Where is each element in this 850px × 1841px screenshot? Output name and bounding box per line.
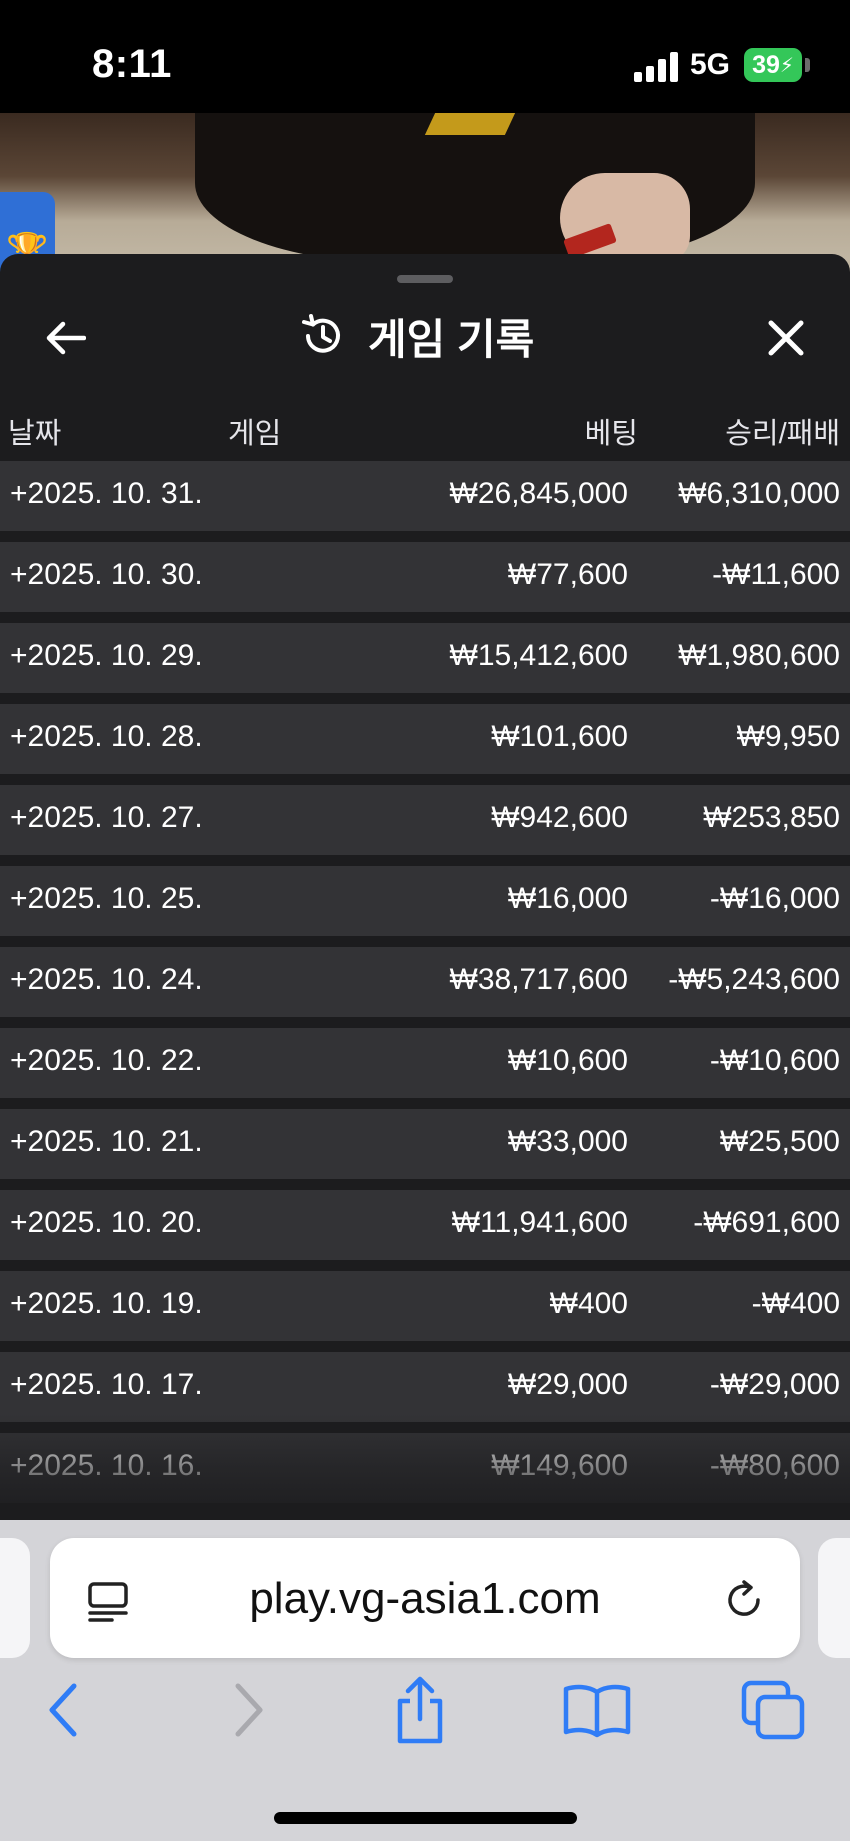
back-button[interactable] (36, 308, 96, 368)
url-text[interactable]: play.vg-asia1.com (50, 1574, 800, 1624)
page-title: 게임 기록 (368, 315, 535, 363)
row-bet: ₩38,717,600 (449, 963, 628, 996)
row-result: ₩9,950 (736, 720, 840, 753)
row-result: -₩11,600 (712, 558, 840, 591)
row-date: +2025. 10. 31. (10, 477, 203, 510)
row-bet: ₩77,600 (507, 558, 628, 591)
column-header-result: 승리/패배 (725, 418, 840, 450)
row-date: +2025. 10. 27. (10, 801, 203, 834)
row-date: +2025. 10. 25. (10, 882, 203, 915)
tabs-icon (741, 1680, 805, 1740)
row-bet: ₩15,412,600 (449, 639, 628, 672)
table-row[interactable]: +2025. 10. 16. ₩149,600 -₩80,600 (0, 1433, 850, 1503)
game-history-panel: 게임 기록 날짜 게임 베팅 승리/패배 +2025. 10. 31. ₩26,8… (0, 254, 850, 1520)
row-bet: ₩101,600 (491, 720, 628, 753)
row-result: ₩25,500 (719, 1125, 840, 1158)
table-row[interactable]: +2025. 10. 19. ₩400 -₩400 (0, 1271, 850, 1341)
row-bet: ₩10,600 (507, 1044, 628, 1077)
chevron-left-icon (49, 1683, 77, 1737)
reload-icon[interactable] (720, 1576, 768, 1624)
cellular-signal-icon (634, 52, 680, 82)
row-result: -₩29,000 (709, 1368, 840, 1401)
panel-header: 게임 기록 (300, 304, 534, 368)
row-result: ₩253,850 (703, 801, 840, 834)
chevron-right-icon (235, 1683, 263, 1737)
table-row[interactable]: +2025. 10. 22. ₩10,600 -₩10,600 (0, 1028, 850, 1098)
table-row[interactable]: +2025. 10. 21. ₩33,000 ₩25,500 (0, 1109, 850, 1179)
close-button[interactable] (756, 308, 816, 368)
address-bar[interactable]: play.vg-asia1.com (50, 1538, 800, 1658)
table-row[interactable]: +2025. 10. 29. ₩15,412,600 ₩1,980,600 (0, 623, 850, 693)
row-result: ₩1,980,600 (678, 639, 840, 672)
browser-back-button[interactable] (24, 1670, 104, 1750)
row-bet: ₩29,000 (507, 1368, 628, 1401)
table-row[interactable]: +2025. 10. 27. ₩942,600 ₩253,850 (0, 785, 850, 855)
row-date: +2025. 10. 28. (10, 720, 203, 753)
row-result: -₩400 (751, 1287, 840, 1320)
next-tab-preview[interactable] (818, 1538, 850, 1658)
row-result: ₩6,310,000 (678, 477, 840, 510)
row-date: +2025. 10. 29. (10, 639, 203, 672)
network-type: 5G (690, 48, 731, 81)
table-row[interactable]: +2025. 10. 17. ₩29,000 -₩29,000 (0, 1352, 850, 1422)
row-result: -₩16,000 (709, 882, 840, 915)
close-icon (768, 320, 804, 356)
status-bar: 8:11 5G 39 ⚡ (0, 0, 850, 113)
table-row[interactable]: +2025. 10. 30. ₩77,600 -₩11,600 (0, 542, 850, 612)
row-date: +2025. 10. 17. (10, 1368, 203, 1401)
home-indicator (274, 1812, 577, 1824)
status-time: 8:11 (92, 42, 172, 86)
sheet-grabber[interactable] (397, 275, 453, 283)
row-bet: ₩16,000 (507, 882, 628, 915)
browser-forward-button[interactable] (208, 1670, 288, 1750)
row-date: +2025. 10. 24. (10, 963, 203, 996)
row-date: +2025. 10. 22. (10, 1044, 203, 1077)
row-bet: ₩26,845,000 (449, 477, 628, 510)
battery-tip (805, 58, 810, 72)
table-header: 날짜 게임 베팅 승리/패배 (0, 398, 850, 460)
table-row[interactable]: +2025. 10. 28. ₩101,600 ₩9,950 (0, 704, 850, 774)
row-result: -₩5,243,600 (668, 963, 840, 996)
column-header-bet: 베팅 (584, 418, 638, 450)
bookmarks-button[interactable] (557, 1670, 637, 1750)
row-date: +2025. 10. 21. (10, 1125, 203, 1158)
row-bet: ₩33,000 (507, 1125, 628, 1158)
arrow-left-icon (46, 321, 86, 355)
row-bet: ₩11,941,600 (451, 1206, 628, 1239)
row-date: +2025. 10. 30. (10, 558, 203, 591)
previous-tab-preview[interactable] (0, 1538, 30, 1658)
history-icon (302, 314, 340, 353)
table-row[interactable]: +2025. 10. 20. ₩11,941,600 -₩691,600 (0, 1190, 850, 1260)
row-date: +2025. 10. 19. (10, 1287, 203, 1320)
row-bet: ₩400 (549, 1287, 628, 1320)
row-bet: ₩942,600 (491, 801, 628, 834)
share-button[interactable] (380, 1670, 460, 1750)
row-date: +2025. 10. 20. (10, 1206, 203, 1239)
tabs-button[interactable] (733, 1670, 813, 1750)
battery-icon: 39 ⚡ (744, 48, 802, 82)
row-bet: ₩149,600 (491, 1449, 628, 1482)
browser-bottom-bar: play.vg-asia1.com (0, 1520, 850, 1841)
share-icon (397, 1676, 443, 1744)
table-row[interactable]: +2025. 10. 25. ₩16,000 -₩16,000 (0, 866, 850, 936)
row-date: +2025. 10. 16. (10, 1449, 203, 1482)
column-header-date: 날짜 (8, 418, 62, 450)
row-result: -₩691,600 (693, 1206, 840, 1239)
book-icon (563, 1684, 631, 1738)
battery-level: 39 (752, 50, 780, 79)
table-row[interactable]: +2025. 10. 31. ₩26,845,000 ₩6,310,000 (0, 461, 850, 531)
column-header-game: 게임 (228, 418, 282, 450)
row-result: -₩10,600 (709, 1044, 840, 1077)
row-result: -₩80,600 (709, 1449, 840, 1482)
table-row[interactable]: +2025. 10. 24. ₩38,717,600 -₩5,243,600 (0, 947, 850, 1017)
